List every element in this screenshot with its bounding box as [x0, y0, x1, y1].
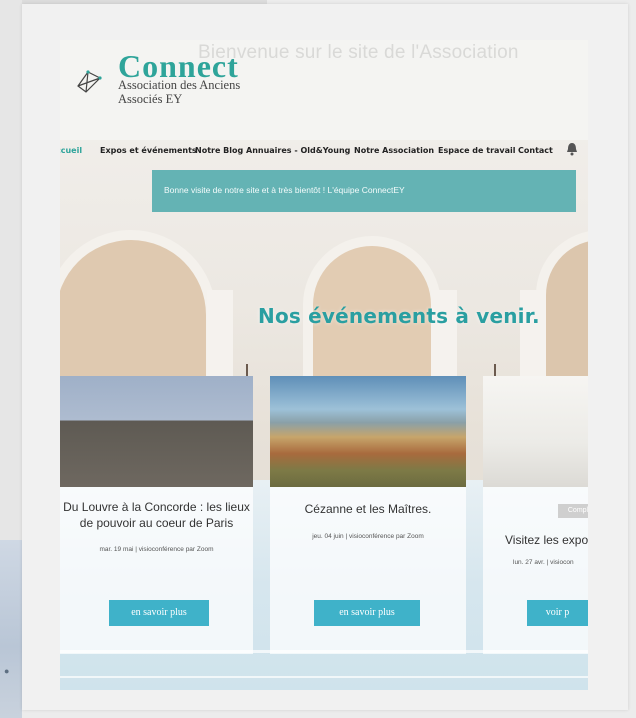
- logo-icon: [77, 70, 102, 93]
- background-page-left: [0, 0, 22, 540]
- main-nav: ccueil Expos et événements Notre Blog An…: [60, 144, 588, 162]
- nav-item-association[interactable]: Notre Association: [354, 146, 434, 155]
- event-title[interactable]: Du Louvre à la Concorde : les lieux: [60, 500, 253, 514]
- event-title[interactable]: Cézanne et les Maîtres.: [270, 502, 466, 516]
- event-more-button[interactable]: en savoir plus: [314, 600, 420, 626]
- event-image[interactable]: [483, 376, 588, 487]
- banner-text: Bonne visite de notre site et à très bie…: [164, 185, 405, 195]
- background-photo-thumbnail: ●: [0, 540, 22, 718]
- event-meta: jeu. 04 juin | visioconférence par Zoom: [312, 533, 424, 540]
- nav-item-espace[interactable]: Espace de travail: [438, 146, 516, 155]
- logo-subtitle: Association des Anciens: [118, 78, 241, 92]
- event-meta: lun. 27 avr. | visiocon: [513, 559, 574, 566]
- event-meta: mar. 19 mai | visioconférence par Zoom: [99, 546, 214, 553]
- event-more-button[interactable]: en savoir plus: [109, 600, 209, 626]
- nav-item-blog[interactable]: Notre Blog: [195, 146, 243, 155]
- nav-item-contact[interactable]: Contact: [518, 146, 553, 155]
- website-preview[interactable]: Bienvenue sur le site de l'Association C…: [60, 40, 588, 690]
- site-header: Bienvenue sur le site de l'Association C…: [60, 40, 588, 140]
- welcome-banner: Bonne visite de notre site et à très bie…: [152, 170, 576, 212]
- status-badge: Compl: [558, 504, 588, 518]
- bell-icon[interactable]: [566, 142, 578, 156]
- event-title[interactable]: Visitez les expos d: [505, 533, 588, 547]
- event-more-button[interactable]: voir p: [527, 600, 588, 626]
- dot-icon: ●: [4, 666, 10, 676]
- nav-item-accueil[interactable]: ccueil: [60, 146, 82, 155]
- nav-item-expos[interactable]: Expos et événements: [100, 146, 197, 155]
- events-heading: Nos événements à venir.: [258, 304, 540, 328]
- nav-item-annuaires[interactable]: Annuaires - Old&Young: [246, 146, 350, 155]
- ghost-welcome-text: Bienvenue sur le site de l'Association: [198, 42, 519, 63]
- event-title[interactable]: de pouvoir au coeur de Paris: [60, 516, 253, 530]
- logo-subtitle: Associés EY: [118, 92, 183, 106]
- event-image[interactable]: [270, 376, 466, 487]
- event-card[interactable]: Cézanne et les Maîtres. jeu. 04 juin | v…: [270, 376, 466, 654]
- event-image[interactable]: [60, 376, 253, 487]
- event-card[interactable]: Du Louvre à la Concorde : les lieux de p…: [60, 376, 253, 654]
- event-card[interactable]: Compl Visitez les expos d lun. 27 avr. |…: [483, 376, 588, 654]
